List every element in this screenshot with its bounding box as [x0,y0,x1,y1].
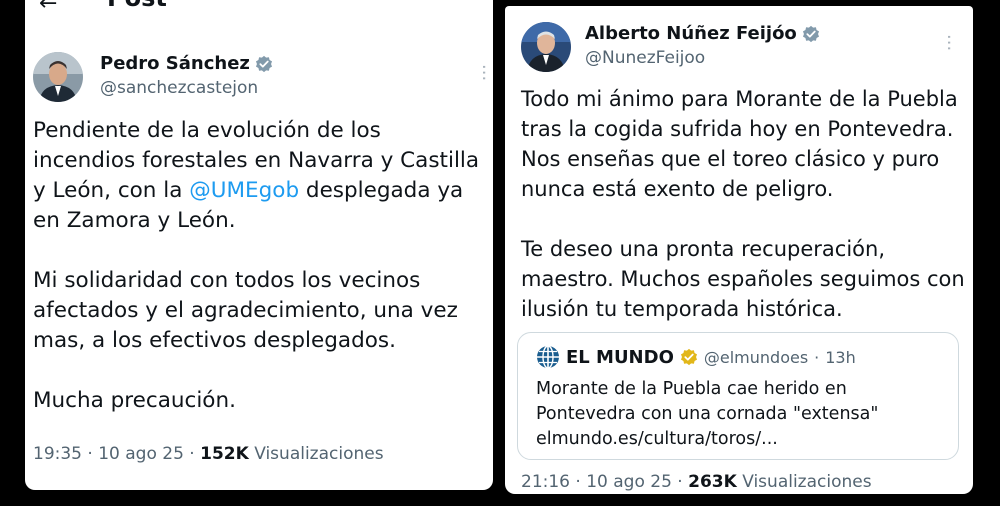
avatar[interactable] [521,22,571,72]
tweet-text: Todo mi ánimo para Morante de la Puebla … [521,87,965,321]
quote-text: Morante de la Puebla cae herido en Ponte… [536,379,879,449]
verified-badge-icon [255,55,272,72]
views-label: Visualizaciones [254,444,384,464]
tweet-date[interactable]: 10 ago 25 [586,472,672,492]
mention-link[interactable]: @UMEgob [189,178,299,203]
el-mundo-logo-icon [537,345,559,369]
author-name[interactable]: Pedro Sánchez [100,53,250,74]
tweet-meta: 19:35 · 10 ago 25 · 152K Visualizaciones [33,444,384,464]
page-title: Post [107,0,167,12]
views-count: 152K [200,444,249,464]
back-arrow-icon[interactable]: ← [39,0,57,16]
quote-separator: · [814,347,820,367]
views-count: 263K [688,472,737,492]
left-tweet-panel: ← Post Pedro Sánchez @sanchezcastejon ··… [25,0,493,490]
author-name[interactable]: Alberto Núñez Feijóo [585,23,797,44]
tweet-text-part: desplegada ya en Zamora y León. Mi solid… [33,178,464,413]
tweet-meta: 21:16 · 10 ago 25 · 263K Visualizaciones [521,472,872,492]
tweet-text: Pendiente de la evolución de los incendi… [33,116,489,416]
quoted-post-card[interactable]: EL MUNDO @elmundoes · 13h Morante de la … [517,332,959,460]
avatar[interactable] [33,52,83,102]
quote-source-handle[interactable]: @elmundoes [704,348,808,367]
author-handle[interactable]: @NunezFeijoo [585,48,705,68]
more-options-icon[interactable]: ··· [473,64,493,81]
quote-source-name[interactable]: EL MUNDO [566,347,674,368]
author-handle[interactable]: @sanchezcastejon [100,78,258,98]
tweet-time[interactable]: 19:35 [33,444,82,464]
tweet-date[interactable]: 10 ago 25 [98,444,184,464]
verified-badge-icon [802,25,819,42]
views-label: Visualizaciones [742,472,872,492]
more-options-icon[interactable]: ··· [938,34,959,51]
right-tweet-panel: Alberto Núñez Feijóo @NunezFeijoo ··· To… [505,6,973,494]
tweet-time[interactable]: 21:16 [521,472,570,492]
verified-badge-icon [680,348,697,366]
quote-age: 13h [825,347,856,367]
